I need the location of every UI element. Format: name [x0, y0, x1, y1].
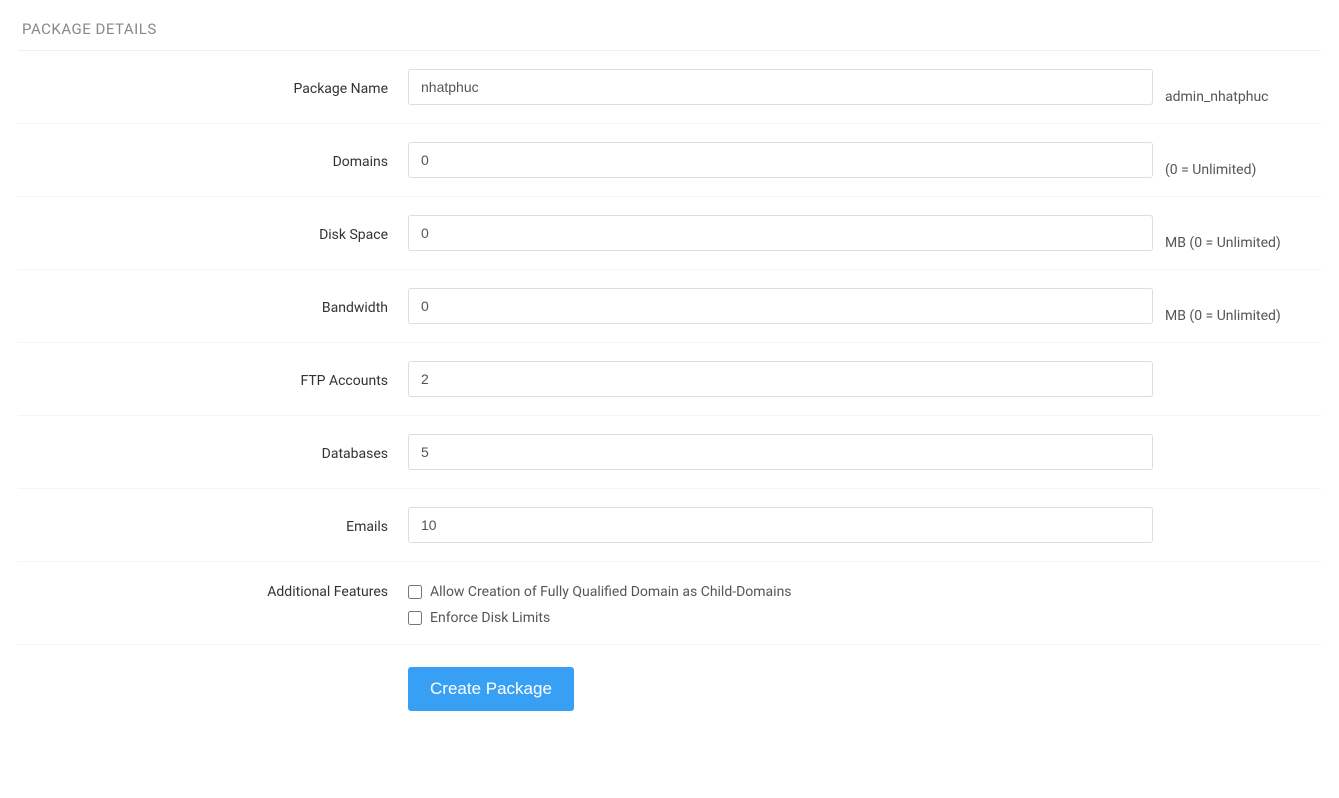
- input-emails[interactable]: [408, 507, 1153, 543]
- checkbox-line-disk[interactable]: Enforce Disk Limits: [408, 610, 1153, 626]
- hint-package-name: admin_nhatphuc: [1165, 89, 1321, 105]
- checkbox-label-fqdn: Allow Creation of Fully Qualified Domain…: [430, 584, 792, 600]
- row-databases: Databases: [18, 416, 1321, 489]
- checkbox-line-fqdn[interactable]: Allow Creation of Fully Qualified Domain…: [408, 584, 1153, 600]
- row-ftp-accounts: FTP Accounts: [18, 343, 1321, 416]
- label-databases: Databases: [18, 438, 408, 470]
- label-disk-space: Disk Space: [18, 219, 408, 251]
- label-additional-features: Additional Features: [18, 584, 408, 608]
- button-row: Create Package: [18, 645, 1321, 711]
- hint-disk-space: MB (0 = Unlimited): [1165, 235, 1321, 251]
- row-additional-features: Additional Features Allow Creation of Fu…: [18, 562, 1321, 645]
- input-bandwidth[interactable]: [408, 288, 1153, 324]
- section-title: PACKAGE DETAILS: [18, 20, 1321, 38]
- input-disk-space[interactable]: [408, 215, 1153, 251]
- label-bandwidth: Bandwidth: [18, 292, 408, 324]
- label-domains: Domains: [18, 146, 408, 178]
- checkbox-disk[interactable]: [408, 611, 422, 625]
- input-domains[interactable]: [408, 142, 1153, 178]
- input-package-name[interactable]: [408, 69, 1153, 105]
- input-ftp-accounts[interactable]: [408, 361, 1153, 397]
- row-bandwidth: Bandwidth MB (0 = Unlimited): [18, 270, 1321, 343]
- label-emails: Emails: [18, 511, 408, 543]
- row-package-name: Package Name admin_nhatphuc: [18, 51, 1321, 124]
- create-package-button[interactable]: Create Package: [408, 667, 574, 711]
- hint-bandwidth: MB (0 = Unlimited): [1165, 308, 1321, 324]
- checkbox-label-disk: Enforce Disk Limits: [430, 610, 550, 626]
- row-emails: Emails: [18, 489, 1321, 562]
- row-domains: Domains (0 = Unlimited): [18, 124, 1321, 197]
- checkbox-fqdn[interactable]: [408, 585, 422, 599]
- row-disk-space: Disk Space MB (0 = Unlimited): [18, 197, 1321, 270]
- label-ftp-accounts: FTP Accounts: [18, 365, 408, 397]
- hint-domains: (0 = Unlimited): [1165, 162, 1321, 178]
- input-databases[interactable]: [408, 434, 1153, 470]
- label-package-name: Package Name: [18, 73, 408, 105]
